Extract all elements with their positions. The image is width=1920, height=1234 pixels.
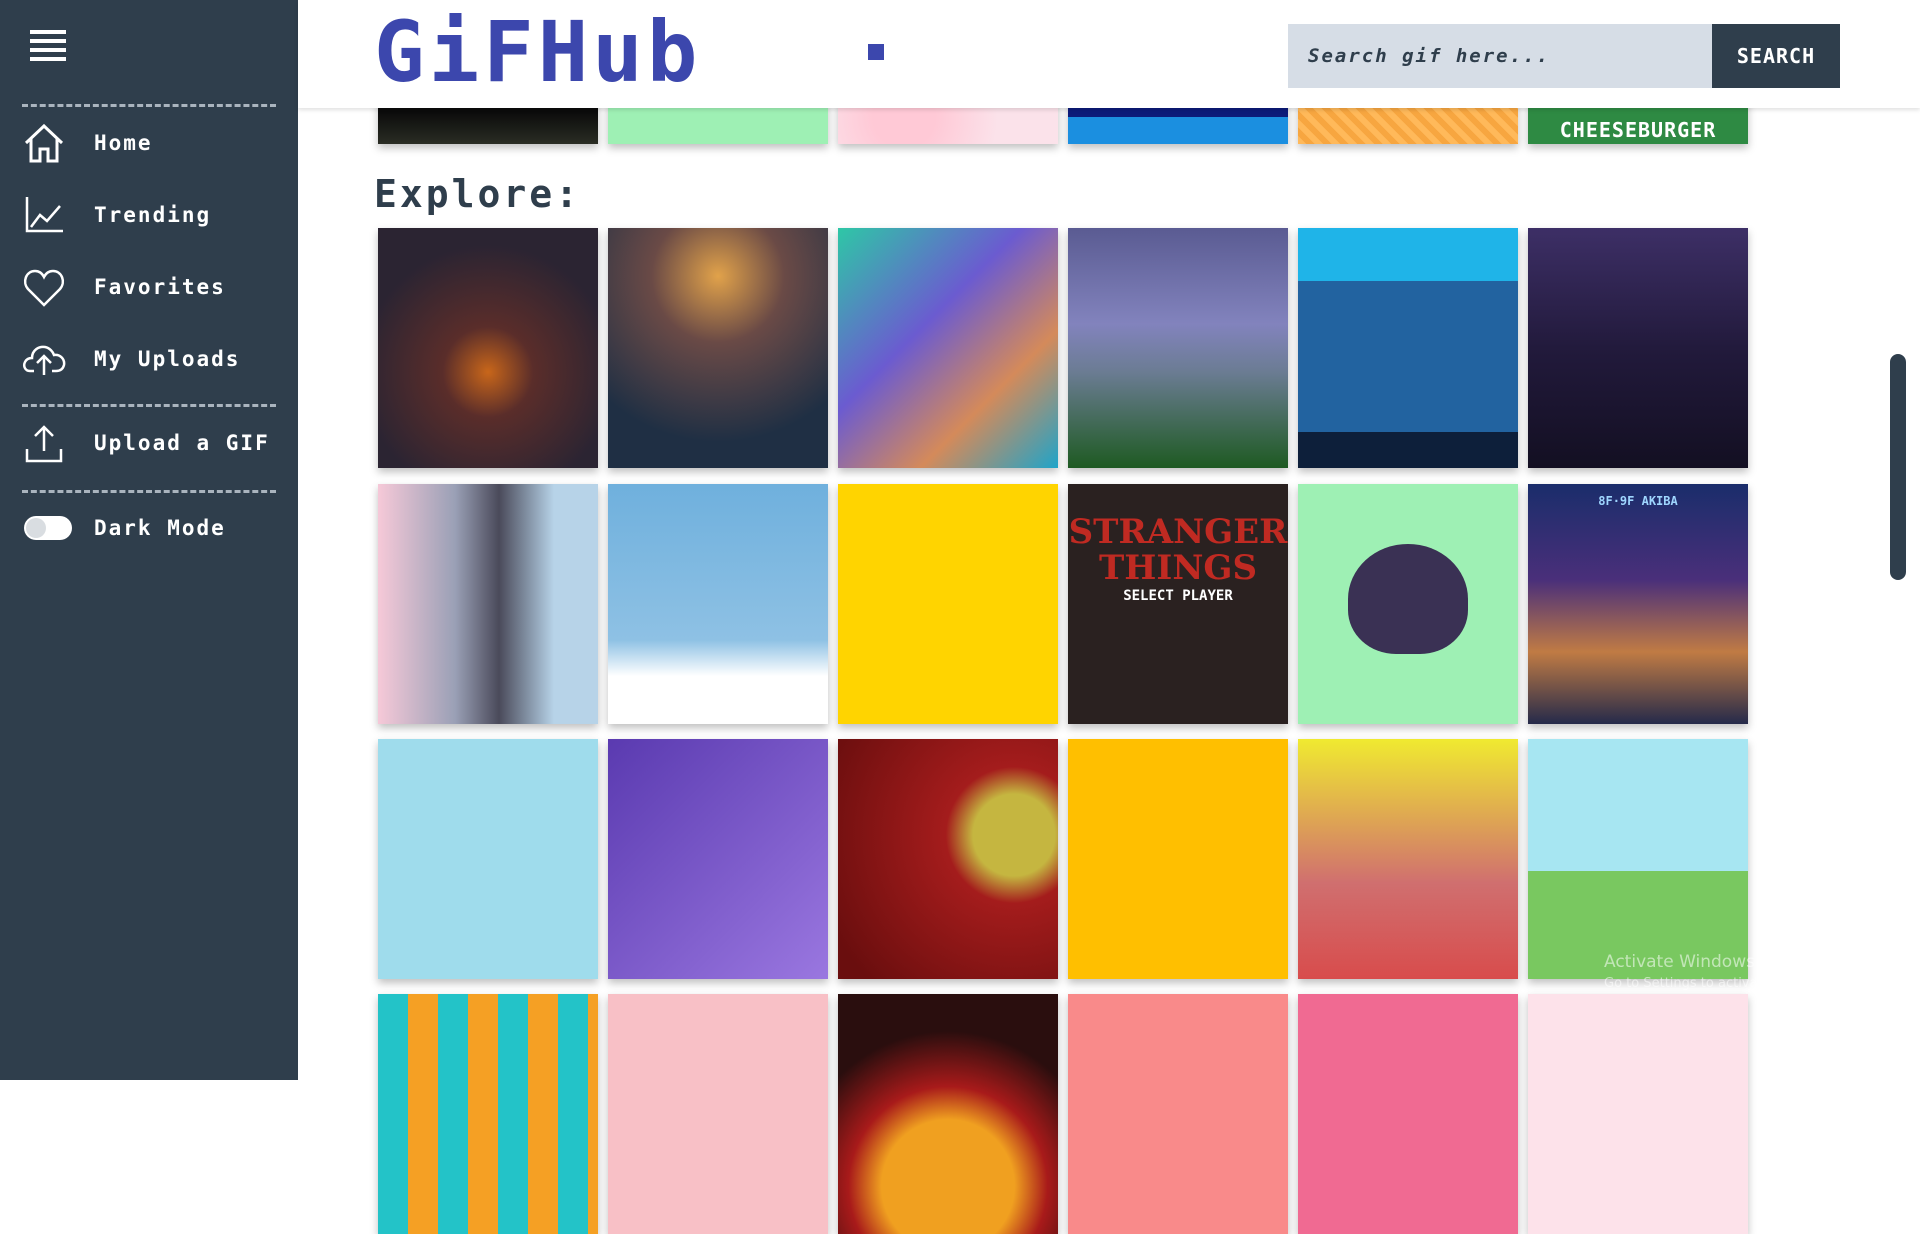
hamburger-menu-icon[interactable] bbox=[30, 30, 66, 61]
sidebar-divider bbox=[22, 404, 276, 407]
main-content: CHEESEBURGER Explore: STRANGER THINGS SE… bbox=[298, 0, 1920, 1234]
gif-tile[interactable] bbox=[1528, 739, 1748, 979]
gif-tile[interactable] bbox=[838, 994, 1058, 1234]
section-title: Explore: bbox=[374, 172, 582, 216]
trending-chart-icon bbox=[25, 197, 63, 233]
cheeseburger-caption: CHEESEBURGER bbox=[1559, 118, 1717, 142]
sidebar-item-trending[interactable]: Trending bbox=[22, 186, 292, 244]
gif-tile[interactable] bbox=[1528, 994, 1748, 1234]
gif-tile[interactable] bbox=[1298, 994, 1518, 1234]
sidebar-divider bbox=[22, 104, 276, 107]
sidebar-divider bbox=[22, 490, 276, 493]
gif-tile[interactable] bbox=[608, 739, 828, 979]
sidebar-item-upload-gif[interactable]: Upload a GIF bbox=[22, 414, 292, 472]
scrollbar-thumb[interactable] bbox=[1890, 354, 1906, 580]
stranger-things-subtitle: SELECT PLAYER bbox=[1123, 588, 1233, 604]
sidebar-item-label: Upload a GIF bbox=[94, 431, 270, 455]
gif-tile[interactable] bbox=[608, 484, 828, 724]
sidebar-item-label: Trending bbox=[94, 203, 212, 227]
gif-tile[interactable] bbox=[838, 228, 1058, 468]
dark-mode-label: Dark Mode bbox=[94, 516, 226, 540]
sidebar-item-home[interactable]: Home bbox=[22, 114, 292, 172]
sidebar: Home Trending Favorites My Uploads Uploa… bbox=[0, 0, 298, 1080]
gif-tile[interactable] bbox=[838, 739, 1058, 979]
stranger-things-title-1: STRANGER bbox=[1068, 512, 1288, 552]
cat-face-illustration bbox=[1348, 544, 1468, 654]
sidebar-item-my-uploads[interactable]: My Uploads bbox=[22, 330, 292, 388]
gif-tile[interactable] bbox=[378, 739, 598, 979]
toggle-knob bbox=[26, 518, 46, 538]
search-button[interactable]: SEARCH bbox=[1712, 24, 1840, 88]
gif-tile[interactable] bbox=[378, 228, 598, 468]
search-input[interactable] bbox=[1288, 24, 1712, 88]
heart-icon bbox=[23, 269, 65, 307]
windows-activation-subtitle: Go to Settings to activate Windows. bbox=[1604, 976, 1837, 991]
windows-activation-watermark: Activate Windows bbox=[1604, 952, 1755, 972]
gif-tile[interactable] bbox=[1528, 228, 1748, 468]
gif-tile[interactable] bbox=[1068, 994, 1288, 1234]
gif-tile[interactable] bbox=[378, 994, 598, 1234]
stranger-things-title-2: THINGS bbox=[1099, 548, 1257, 588]
gif-tile[interactable] bbox=[608, 994, 828, 1234]
top-header: GiFHub SEARCH bbox=[298, 0, 1920, 108]
sidebar-item-label: Favorites bbox=[94, 275, 226, 299]
gif-tile[interactable] bbox=[1298, 739, 1518, 979]
gif-tile[interactable] bbox=[1298, 484, 1518, 724]
cloud-upload-icon bbox=[22, 345, 66, 375]
gif-tile[interactable] bbox=[1068, 739, 1288, 979]
gif-tile[interactable] bbox=[608, 228, 828, 468]
gif-tile[interactable] bbox=[838, 484, 1058, 724]
sidebar-item-label: My Uploads bbox=[94, 347, 241, 371]
gif-tile[interactable] bbox=[1298, 228, 1518, 468]
sidebar-item-favorites[interactable]: Favorites bbox=[22, 258, 292, 316]
gif-tile[interactable]: 8F·9F AKIBA bbox=[1528, 484, 1748, 724]
akiba-sign: 8F·9F AKIBA bbox=[1598, 494, 1678, 508]
dark-mode-toggle[interactable] bbox=[24, 516, 72, 540]
gif-tile[interactable] bbox=[1068, 228, 1288, 468]
gif-tile[interactable] bbox=[378, 484, 598, 724]
gif-tile[interactable]: STRANGER THINGS SELECT PLAYER bbox=[1068, 484, 1288, 724]
home-icon bbox=[24, 123, 64, 163]
gifhub-logo[interactable]: GiFHub bbox=[374, 4, 701, 100]
upload-arrow-icon bbox=[25, 425, 63, 463]
logo-dot bbox=[868, 44, 884, 60]
sidebar-item-label: Home bbox=[94, 131, 153, 155]
